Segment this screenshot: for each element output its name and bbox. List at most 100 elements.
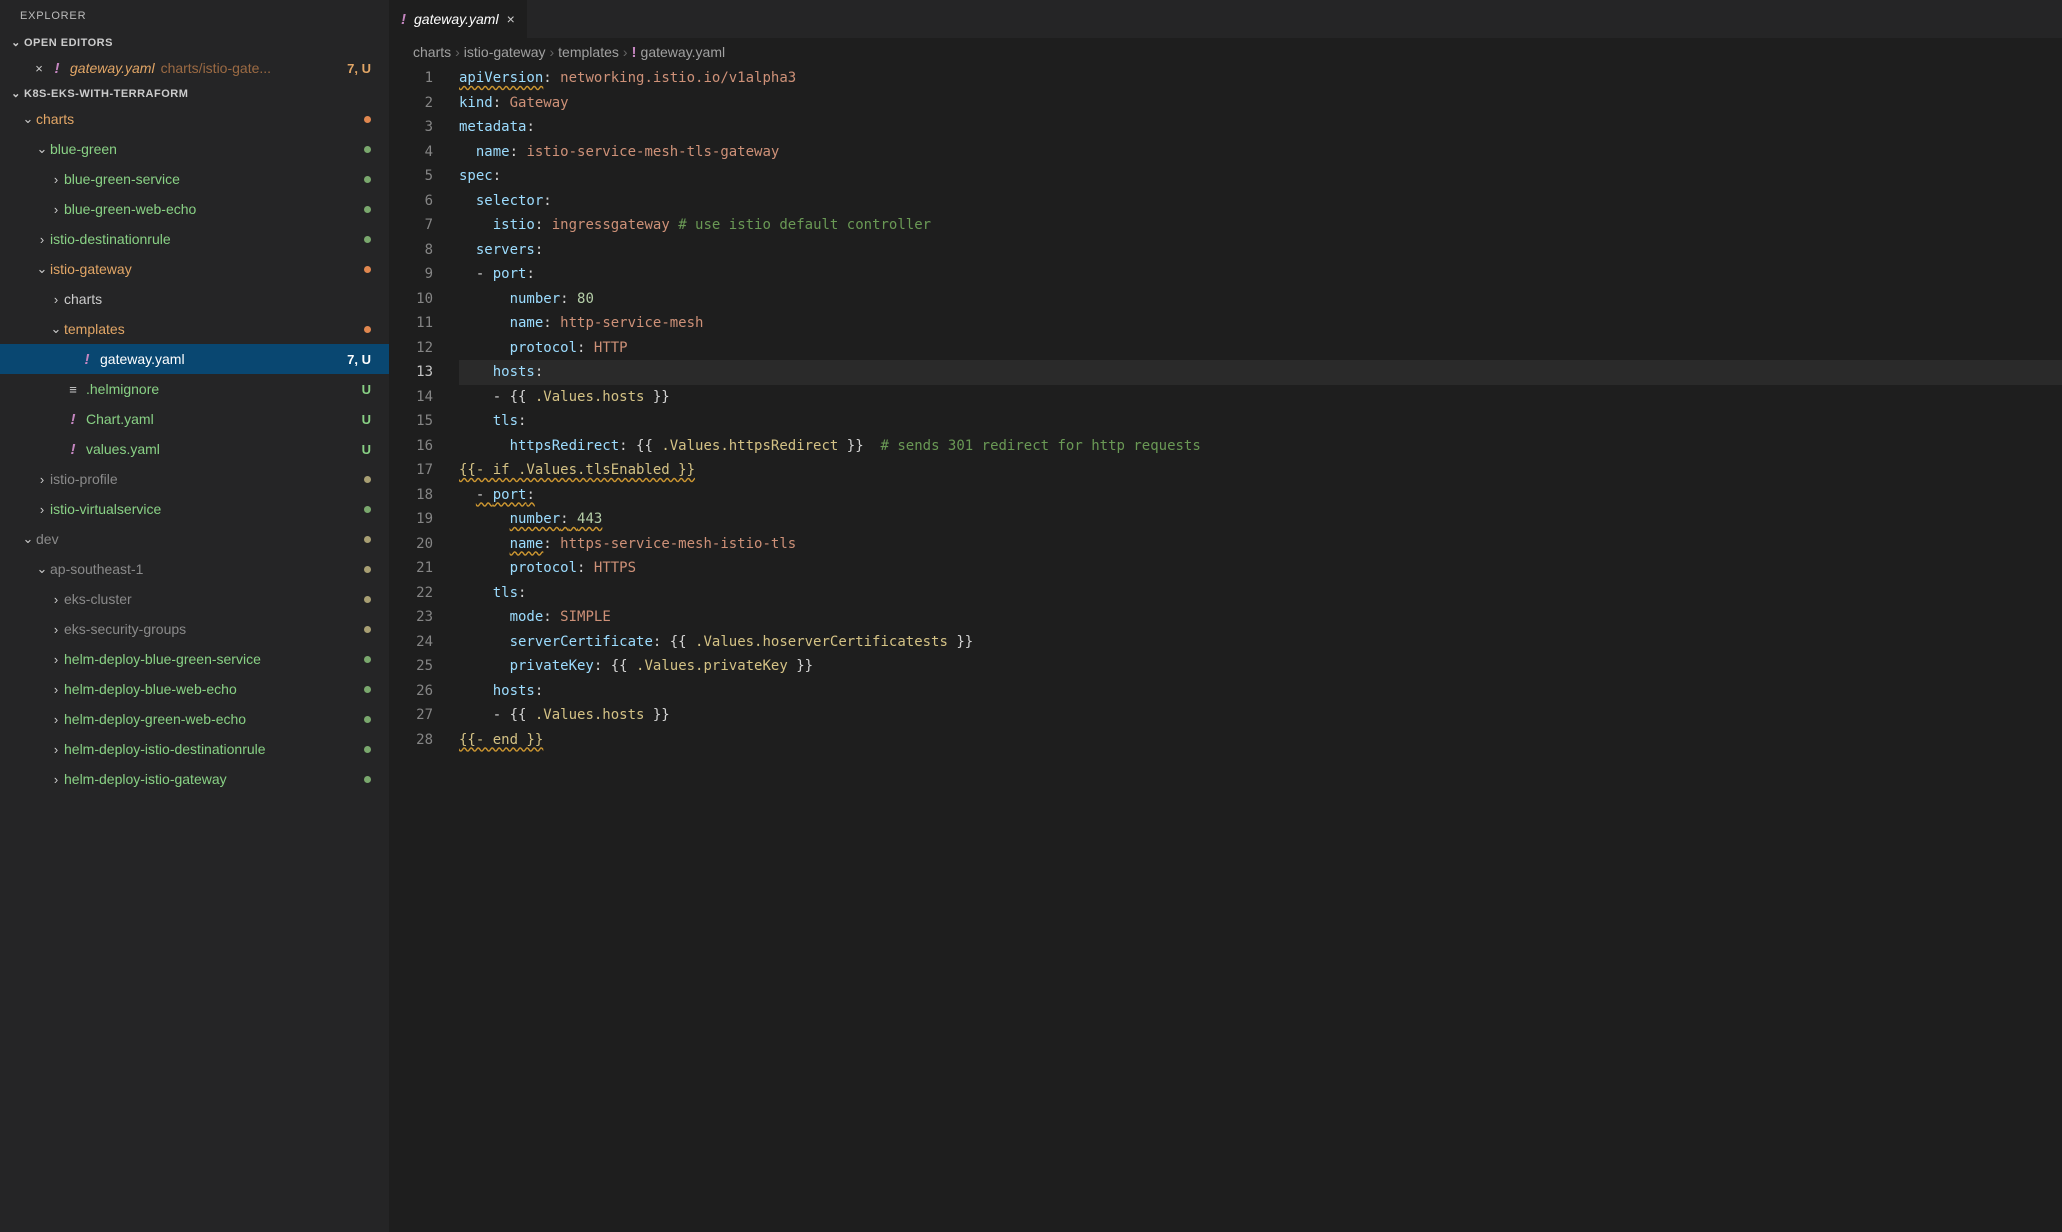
code-line[interactable]: tls: xyxy=(459,581,2062,606)
code-line[interactable]: httpsRedirect: {{ .Values.httpsRedirect … xyxy=(459,434,2062,459)
chevron-down-icon[interactable]: ⌄ xyxy=(34,141,50,157)
code-line[interactable]: name: https-service-mesh-istio-tls xyxy=(459,532,2062,557)
code-line[interactable]: metadata: xyxy=(459,115,2062,140)
code-line[interactable]: {{- if .Values.tlsEnabled }} xyxy=(459,458,2062,483)
workspace-section[interactable]: ⌄ K8S-EKS-WITH-TERRAFORM xyxy=(0,83,389,104)
chevron-down-icon: ⌄ xyxy=(8,36,24,49)
code-line[interactable]: protocol: HTTPS xyxy=(459,556,2062,581)
tree-item[interactable]: ›blue-green-service xyxy=(0,164,389,194)
code-line[interactable]: protocol: HTTP xyxy=(459,336,2062,361)
tree-item[interactable]: ⌄blue-green xyxy=(0,134,389,164)
close-icon[interactable]: × xyxy=(30,61,48,76)
tree-item[interactable]: ›helm-deploy-blue-web-echo xyxy=(0,674,389,704)
tab-label: gateway.yaml xyxy=(414,11,499,27)
tree-item[interactable]: ›charts xyxy=(0,284,389,314)
code-line[interactable]: apiVersion: networking.istio.io/v1alpha3 xyxy=(459,66,2062,91)
tab-gateway[interactable]: ! gateway.yaml × xyxy=(389,0,528,38)
chevron-right-icon[interactable]: › xyxy=(48,712,64,727)
code-line[interactable]: name: http-service-mesh xyxy=(459,311,2062,336)
tree-item[interactable]: ›istio-destinationrule xyxy=(0,224,389,254)
tree-item[interactable]: ⌄dev xyxy=(0,524,389,554)
breadcrumb[interactable]: charts › istio-gateway › templates › ! g… xyxy=(389,38,2062,66)
code-line[interactable]: kind: Gateway xyxy=(459,91,2062,116)
chevron-right-icon[interactable]: › xyxy=(48,292,64,307)
code-line[interactable]: selector: xyxy=(459,189,2062,214)
chevron-right-icon[interactable]: › xyxy=(48,772,64,787)
tree-item-label: istio-gateway xyxy=(50,261,356,277)
code-editor[interactable]: 1234567891011121314151617181920212223242… xyxy=(389,66,2062,1232)
tree-item[interactable]: ›eks-security-groups xyxy=(0,614,389,644)
chevron-right-icon[interactable]: › xyxy=(48,622,64,637)
yaml-warning-icon: ! xyxy=(632,44,637,61)
tree-item[interactable]: ⌄templates xyxy=(0,314,389,344)
tree-item[interactable]: ≡.helmignoreU xyxy=(0,374,389,404)
tree-item[interactable]: ⌄ap-southeast-1 xyxy=(0,554,389,584)
tree-item[interactable]: ›blue-green-web-echo xyxy=(0,194,389,224)
breadcrumb-part[interactable]: templates xyxy=(558,44,619,60)
code-line[interactable]: hosts: xyxy=(459,679,2062,704)
tree-item[interactable]: ›helm-deploy-green-web-echo xyxy=(0,704,389,734)
code-line[interactable]: name: istio-service-mesh-tls-gateway xyxy=(459,140,2062,165)
status-dot-icon xyxy=(364,686,371,693)
tree-item[interactable]: ›istio-profile xyxy=(0,464,389,494)
tree-item[interactable]: ›eks-cluster xyxy=(0,584,389,614)
open-editors-section[interactable]: ⌄ OPEN EDITORS xyxy=(0,32,389,53)
chevron-right-icon[interactable]: › xyxy=(48,592,64,607)
chevron-down-icon[interactable]: ⌄ xyxy=(34,261,50,277)
chevron-right-icon[interactable]: › xyxy=(48,652,64,667)
code-line[interactable]: - {{ .Values.hosts }} xyxy=(459,703,2062,728)
tree-item[interactable]: ›helm-deploy-blue-green-service xyxy=(0,644,389,674)
breadcrumb-file[interactable]: gateway.yaml xyxy=(641,44,726,60)
tree-item[interactable]: ›helm-deploy-istio-destinationrule xyxy=(0,734,389,764)
tree-item[interactable]: !values.yamlU xyxy=(0,434,389,464)
tree-item[interactable]: ›istio-virtualservice xyxy=(0,494,389,524)
breadcrumb-part[interactable]: istio-gateway xyxy=(464,44,546,60)
git-status: U xyxy=(362,442,371,457)
chevron-right-icon[interactable]: › xyxy=(48,172,64,187)
line-number: 7 xyxy=(389,213,433,238)
line-number: 4 xyxy=(389,140,433,165)
code-line[interactable]: number: 443 xyxy=(459,507,2062,532)
tree-item[interactable]: ›helm-deploy-istio-gateway xyxy=(0,764,389,794)
code-content[interactable]: apiVersion: networking.istio.io/v1alpha3… xyxy=(459,66,2062,1232)
tree-item[interactable]: ⌄istio-gateway xyxy=(0,254,389,284)
chevron-down-icon[interactable]: ⌄ xyxy=(34,561,50,577)
line-number: 6 xyxy=(389,189,433,214)
code-line[interactable]: serverCertificate: {{ .Values.hoserverCe… xyxy=(459,630,2062,655)
code-line[interactable]: tls: xyxy=(459,409,2062,434)
line-number: 20 xyxy=(389,532,433,557)
open-editor-item[interactable]: × ! gateway.yaml charts/istio-gate... 7,… xyxy=(0,53,389,83)
chevron-right-icon[interactable]: › xyxy=(48,742,64,757)
code-line[interactable]: istio: ingressgateway # use istio defaul… xyxy=(459,213,2062,238)
chevron-right-icon[interactable]: › xyxy=(48,682,64,697)
tree-item[interactable]: !Chart.yamlU xyxy=(0,404,389,434)
tab-bar: ! gateway.yaml × xyxy=(389,0,2062,38)
code-line[interactable]: - port: xyxy=(459,262,2062,287)
close-icon[interactable]: × xyxy=(507,11,515,27)
yaml-warning-icon: ! xyxy=(78,351,96,368)
breadcrumb-part[interactable]: charts xyxy=(413,44,451,60)
chevron-right-icon[interactable]: › xyxy=(34,232,50,247)
chevron-right-icon[interactable]: › xyxy=(34,472,50,487)
code-line[interactable]: number: 80 xyxy=(459,287,2062,312)
tree-item-label: istio-profile xyxy=(50,471,356,487)
chevron-down-icon[interactable]: ⌄ xyxy=(48,321,64,337)
git-status: U xyxy=(362,412,371,427)
code-line[interactable]: privateKey: {{ .Values.privateKey }} xyxy=(459,654,2062,679)
chevron-down-icon[interactable]: ⌄ xyxy=(20,111,36,127)
code-line[interactable]: {{- end }} xyxy=(459,728,2062,753)
code-line[interactable]: - port: xyxy=(459,483,2062,508)
status-dot-icon xyxy=(364,476,371,483)
status-dot-icon xyxy=(364,176,371,183)
tree-item[interactable]: !gateway.yaml7, U xyxy=(0,344,389,374)
code-line[interactable]: servers: xyxy=(459,238,2062,263)
chevron-down-icon[interactable]: ⌄ xyxy=(20,531,36,547)
tree-item-label: blue-green xyxy=(50,141,356,157)
code-line[interactable]: mode: SIMPLE xyxy=(459,605,2062,630)
chevron-right-icon[interactable]: › xyxy=(34,502,50,517)
code-line[interactable]: - {{ .Values.hosts }} xyxy=(459,385,2062,410)
code-line[interactable]: hosts: xyxy=(459,360,2062,385)
tree-item[interactable]: ⌄charts xyxy=(0,104,389,134)
code-line[interactable]: spec: xyxy=(459,164,2062,189)
chevron-right-icon[interactable]: › xyxy=(48,202,64,217)
